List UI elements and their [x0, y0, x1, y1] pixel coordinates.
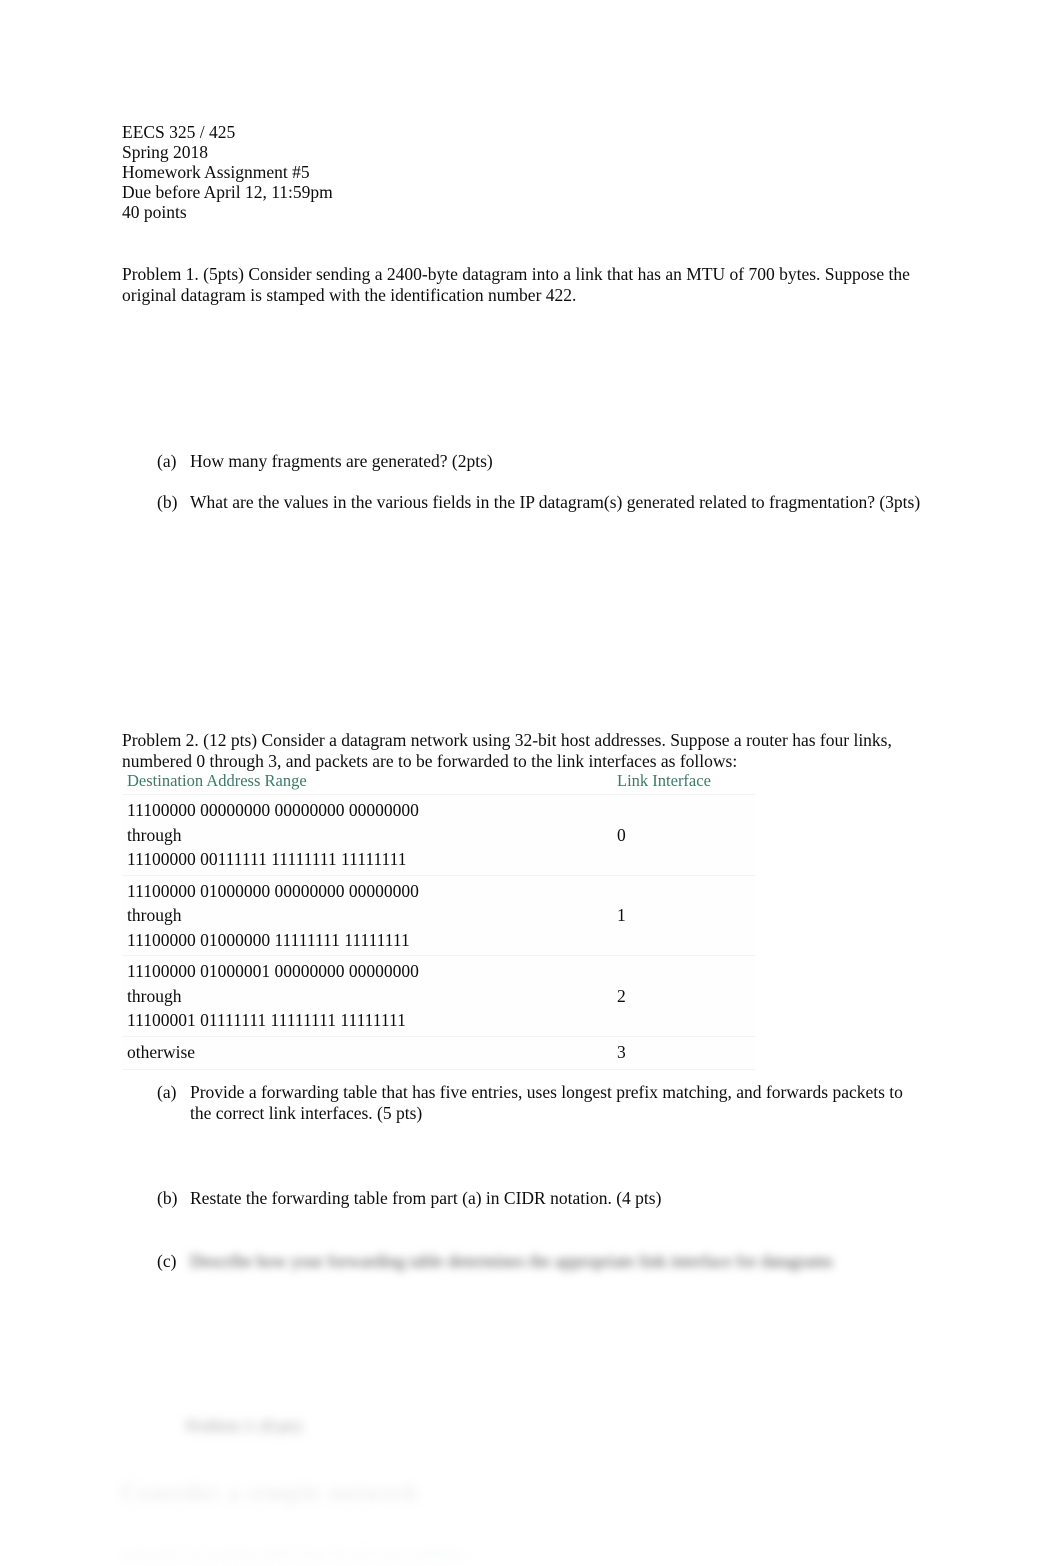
- link-interface-cell: 0: [577, 794, 755, 876]
- column-header-destination-address-range: Destination Address Range: [122, 770, 577, 795]
- destination-address-range-cell: 11100000 00000000 00000000 00000000 thro…: [122, 794, 577, 876]
- assignment-header: EECS 325 / 425 Spring 2018 Homework Assi…: [122, 122, 922, 222]
- address-line: through: [127, 905, 182, 925]
- assignment-title: Homework Assignment #5: [122, 162, 310, 182]
- problem-2-statement: Problem 2. (12 pts) Consider a datagram …: [122, 730, 892, 771]
- destination-address-range-cell: 11100000 01000001 00000000 00000000 thro…: [122, 955, 577, 1037]
- link-interface-cell: 2: [577, 955, 755, 1037]
- problem-2-item-b: (b) Restate the forwarding table from pa…: [122, 1188, 927, 1209]
- term: Spring 2018: [122, 142, 209, 162]
- problem-1-item-b-marker: (b): [157, 491, 178, 512]
- column-header-link-interface: Link Interface: [577, 770, 755, 795]
- redacted-heading-block: Consider a simple network: [122, 1480, 420, 1505]
- problem-2-subitems: (a) Provide a forwarding table that has …: [122, 1082, 927, 1291]
- forwarding-table: Destination Address Range Link Interface…: [122, 770, 755, 1070]
- destination-address-range-cell: 11100000 01000000 00000000 00000000 thro…: [122, 875, 577, 956]
- document-page: EECS 325 / 425 Spring 2018 Homework Assi…: [0, 0, 1062, 1563]
- problem-2-item-b-text: Restate the forwarding table from part (…: [190, 1188, 662, 1208]
- problem-1-statement: Problem 1. (5pts) Consider sending a 240…: [122, 264, 910, 305]
- problem-2-item-a-marker: (a): [157, 1082, 177, 1102]
- address-line: 11100000 01000001 00000000 00000000: [127, 961, 419, 981]
- total-points: 40 points: [122, 202, 187, 222]
- problem-2-item-c-text: Describe how your forwarding table deter…: [190, 1250, 833, 1271]
- link-interface-cell: 3: [577, 1036, 755, 1070]
- problem-1-item-b-text: What are the values in the various field…: [190, 491, 921, 512]
- problem-2-item-a-text: Provide a forwarding table that has five…: [190, 1082, 903, 1123]
- address-line: 11100000 01000000 11111111 11111111: [127, 929, 410, 950]
- address-line: 11100000 00000000 00000000 00000000: [127, 800, 419, 820]
- table-header-row: Destination Address Range Link Interface: [122, 770, 755, 795]
- redacted-text-block: Problem 3. (8 pts): [186, 1418, 302, 1435]
- problem-1-item-a-marker: (a): [157, 451, 177, 471]
- problem-1-item-a: (a) How many fragments are generated? (2…: [122, 451, 922, 472]
- table-row: otherwise 3: [122, 1036, 755, 1070]
- redacted-footer-block: using the forwarding table from the prev…: [122, 1546, 466, 1563]
- address-line: otherwise: [127, 1041, 196, 1062]
- address-line: 11100000 00111111 11111111 11111111: [127, 849, 407, 869]
- problem-2-item-c: (c) Describe how your forwarding table d…: [122, 1251, 927, 1272]
- destination-address-range-cell: otherwise: [122, 1036, 577, 1070]
- address-line: through: [127, 985, 182, 1006]
- table-row: 11100000 01000001 00000000 00000000 thro…: [122, 955, 755, 1037]
- course-code: EECS 325 / 425: [122, 122, 236, 142]
- problem-2-item-b-marker: (b): [157, 1188, 178, 1208]
- problem-2-item-a: (a) Provide a forwarding table that has …: [122, 1082, 927, 1123]
- address-line: through: [127, 824, 182, 845]
- problem-2-item-c-marker: (c): [157, 1250, 177, 1271]
- problem-1-item-b: (b) What are the values in the various f…: [122, 492, 922, 513]
- problem-1-subitems: (a) How many fragments are generated? (2…: [122, 451, 922, 532]
- table-row: 11100000 00000000 00000000 00000000 thro…: [122, 794, 755, 876]
- due-date: Due before April 12, 11:59pm: [122, 182, 333, 202]
- problem-1-item-a-text: How many fragments are generated? (2pts): [190, 451, 493, 471]
- address-line: 11100000 01000000 00000000 00000000: [127, 880, 419, 901]
- table-row: 11100000 01000000 00000000 00000000 thro…: [122, 875, 755, 956]
- link-interface-cell: 1: [577, 875, 755, 956]
- address-line: 11100001 01111111 11111111 11111111: [127, 1010, 406, 1030]
